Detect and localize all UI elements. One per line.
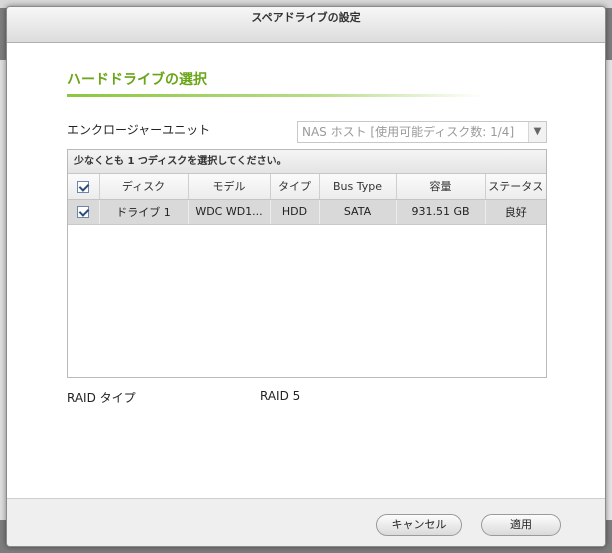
- spare-drive-dialog: スペアドライブの設定 ハードドライブの選択 エンクロージャーユニット NAS ホ…: [6, 6, 606, 547]
- enclosure-label: エンクロージャーユニット: [67, 123, 211, 137]
- section-title: ハードドライブの選択: [67, 72, 207, 88]
- cell-capacity: 931.51 GB: [396, 199, 486, 225]
- select-all-cell[interactable]: [68, 174, 100, 200]
- grid-caption: 少なくとも 1 つディスクを選択してください。: [68, 150, 546, 174]
- raid-type-label: RAID タイプ: [67, 391, 136, 405]
- table-header-row: ディスク モデル タイプ Bus Type 容量 ステータス: [68, 174, 546, 200]
- row-checkbox-cell[interactable]: [68, 199, 100, 225]
- apply-button[interactable]: 適用: [481, 514, 561, 536]
- dialog-title: スペアドライブの設定: [7, 7, 605, 43]
- column-header-capacity[interactable]: 容量: [396, 174, 486, 200]
- table-row[interactable]: ドライブ 1 WDC WD1... HDD SATA 931.51 GB 良好: [68, 199, 546, 225]
- disk-table: ディスク モデル タイプ Bus Type 容量 ステータス ドライブ 1 WD…: [68, 174, 546, 225]
- column-header-disk[interactable]: ディスク: [99, 174, 189, 200]
- cell-type: HDD: [270, 199, 320, 225]
- enclosure-select[interactable]: NAS ホスト [使用可能ディスク数: 1/4] ▼: [297, 121, 547, 143]
- dialog-footer: キャンセル 適用: [7, 498, 605, 546]
- column-header-status[interactable]: ステータス: [485, 174, 546, 200]
- chevron-down-icon[interactable]: ▼: [528, 122, 546, 142]
- disk-grid: 少なくとも 1 つディスクを選択してください。 ディスク モデル タイプ Bus…: [67, 149, 547, 378]
- column-header-bus-type[interactable]: Bus Type: [319, 174, 397, 200]
- column-header-type[interactable]: タイプ: [270, 174, 320, 200]
- enclosure-select-value: NAS ホスト [使用可能ディスク数: 1/4]: [302, 125, 515, 139]
- column-header-model[interactable]: モデル: [188, 174, 271, 200]
- row-checkbox[interactable]: [77, 206, 90, 218]
- raid-type-value: RAID 5: [260, 389, 301, 403]
- section-divider: [67, 94, 483, 97]
- cell-status: 良好: [485, 199, 546, 225]
- cancel-button[interactable]: キャンセル: [376, 514, 462, 536]
- cell-model: WDC WD1...: [188, 199, 271, 225]
- cell-bus-type: SATA: [319, 199, 397, 225]
- cell-disk: ドライブ 1: [99, 199, 189, 225]
- select-all-checkbox[interactable]: [77, 180, 90, 193]
